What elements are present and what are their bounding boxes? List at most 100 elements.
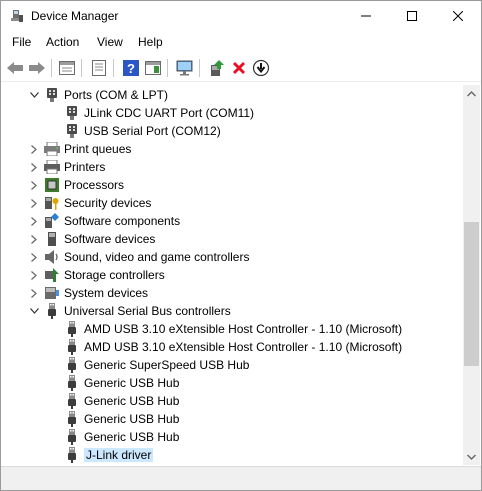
usb-icon	[44, 303, 60, 319]
help-icon[interactable]: ?	[121, 58, 141, 78]
svg-text:?: ?	[127, 61, 135, 76]
chevron-down-icon[interactable]	[28, 305, 40, 317]
back-icon[interactable]	[5, 58, 25, 78]
processor-icon	[44, 177, 60, 193]
chevron-right-icon[interactable]	[28, 269, 40, 281]
chevron-right-icon[interactable]	[28, 251, 40, 263]
tree-item-label: Software devices	[64, 232, 156, 246]
tree-item-label: Generic USB Hub	[84, 376, 180, 390]
system-device-icon	[44, 285, 60, 301]
port-icon	[64, 105, 80, 121]
port-icon	[64, 123, 80, 139]
tree-category[interactable]: Software components	[2, 212, 463, 230]
port-icon	[44, 87, 60, 103]
tree-item-label: Generic SuperSpeed USB Hub	[84, 358, 250, 372]
uninstall-icon[interactable]	[229, 58, 249, 78]
tree-category[interactable]: Software devices	[2, 230, 463, 248]
window-title: Device Manager	[31, 9, 119, 23]
security-device-icon	[44, 195, 60, 211]
update-list-icon[interactable]	[89, 58, 109, 78]
properties-pane-icon[interactable]	[57, 58, 77, 78]
tree-item-label: Generic USB Hub	[84, 412, 180, 426]
chevron-down-icon[interactable]	[28, 89, 40, 101]
minimize-button[interactable]	[343, 1, 389, 31]
tree-category[interactable]: System devices	[2, 284, 463, 302]
device-manager-window: Device Manager File Action View Help ? P…	[0, 0, 482, 491]
scroll-up-arrow[interactable]	[463, 85, 480, 102]
chevron-right-icon[interactable]	[28, 179, 40, 191]
forward-icon[interactable]	[27, 58, 47, 78]
tree-device[interactable]: Generic USB Hub	[2, 410, 463, 428]
tree-item-label: AMD USB 3.10 eXtensible Host Controller …	[84, 322, 403, 336]
tree-item-label: J-Link driver	[84, 448, 154, 462]
scan-hardware-icon[interactable]	[175, 58, 195, 78]
chevron-right-icon[interactable]	[28, 287, 40, 299]
menu-file[interactable]: File	[12, 35, 31, 49]
tree-category[interactable]: Printers	[2, 158, 463, 176]
tree-category[interactable]: Processors	[2, 176, 463, 194]
usb-icon	[64, 393, 80, 409]
close-button[interactable]	[435, 1, 481, 31]
chevron-right-icon[interactable]	[28, 233, 40, 245]
tree-item-label: Universal Serial Bus controllers	[64, 304, 231, 318]
tree-category[interactable]: Universal Serial Bus controllers	[2, 302, 463, 320]
tree-item-label: USB Serial Port (COM12)	[84, 124, 221, 138]
device-manager-app-icon	[10, 9, 24, 23]
chevron-right-icon[interactable]	[28, 143, 40, 155]
usb-icon	[64, 321, 80, 337]
usb-icon	[64, 357, 80, 373]
tree-item-label: Sound, video and game controllers	[64, 250, 250, 264]
tree-item-label: Security devices	[64, 196, 152, 210]
tree-item-label: Generic USB Hub	[84, 430, 180, 444]
toolbar-separator	[199, 59, 200, 77]
menu-view[interactable]: View	[97, 35, 123, 49]
tree-device[interactable]: Generic USB Hub	[2, 428, 463, 446]
device-tree[interactable]: Ports (COM & LPT) JLink CDC UART Port (CO…	[2, 85, 463, 465]
tree-category[interactable]: Storage controllers	[2, 266, 463, 284]
scroll-thumb[interactable]	[464, 222, 479, 366]
tree-item-label: Generic USB Hub	[84, 394, 180, 408]
tree-device[interactable]: Generic USB Hub	[2, 374, 463, 392]
toolbar: ?	[1, 54, 481, 82]
tree-item-label: System devices	[64, 286, 149, 300]
tree-device[interactable]: J-Link driver	[2, 446, 463, 464]
maximize-button[interactable]	[389, 1, 435, 31]
disable-device-icon[interactable]	[251, 58, 271, 78]
tree-item-label: Print queues	[64, 142, 132, 156]
tree-device[interactable]: Generic USB Hub	[2, 392, 463, 410]
tree-category[interactable]: Security devices	[2, 194, 463, 212]
tree-device[interactable]: AMD USB 3.10 eXtensible Host Controller …	[2, 320, 463, 338]
printer-icon	[44, 159, 60, 175]
tree-device[interactable]: JLink CDC UART Port (COM11)	[2, 104, 463, 122]
usb-icon	[64, 411, 80, 427]
menu-help[interactable]: Help	[138, 35, 163, 49]
storage-controller-icon	[44, 267, 60, 283]
chevron-right-icon[interactable]	[28, 197, 40, 209]
software-component-icon	[44, 213, 60, 229]
toolbar-separator	[81, 59, 82, 77]
chevron-right-icon[interactable]	[28, 215, 40, 227]
tree-category[interactable]: Print queues	[2, 140, 463, 158]
print-queue-icon	[44, 141, 60, 157]
toolbar-separator	[113, 59, 114, 77]
tree-category[interactable]: Sound, video and game controllers	[2, 248, 463, 266]
update-driver-icon[interactable]	[207, 58, 227, 78]
chevron-right-icon[interactable]	[28, 161, 40, 173]
tree-device[interactable]: USB Serial Port (COM12)	[2, 122, 463, 140]
toolbar-separator	[167, 59, 168, 77]
title-bar[interactable]: Device Manager	[1, 1, 481, 31]
tree-item-label: Printers	[64, 160, 106, 174]
tree-item-label: JLink CDC UART Port (COM11)	[84, 106, 255, 120]
scroll-down-arrow[interactable]	[463, 448, 480, 465]
tree-item-label: Software components	[64, 214, 181, 228]
tree-device[interactable]: AMD USB 3.10 eXtensible Host Controller …	[2, 338, 463, 356]
menu-action[interactable]: Action	[46, 35, 79, 49]
tree-item-label: Storage controllers	[64, 268, 165, 282]
tree-item-label: AMD USB 3.10 eXtensible Host Controller …	[84, 340, 403, 354]
vertical-scrollbar[interactable]	[463, 85, 480, 465]
tree-device[interactable]: Generic SuperSpeed USB Hub	[2, 356, 463, 374]
tree-item-label: Ports (COM & LPT)	[64, 88, 169, 102]
action-pane-icon[interactable]	[143, 58, 163, 78]
tree-category[interactable]: Ports (COM & LPT)	[2, 86, 463, 104]
tree-item-label: Processors	[64, 178, 125, 192]
